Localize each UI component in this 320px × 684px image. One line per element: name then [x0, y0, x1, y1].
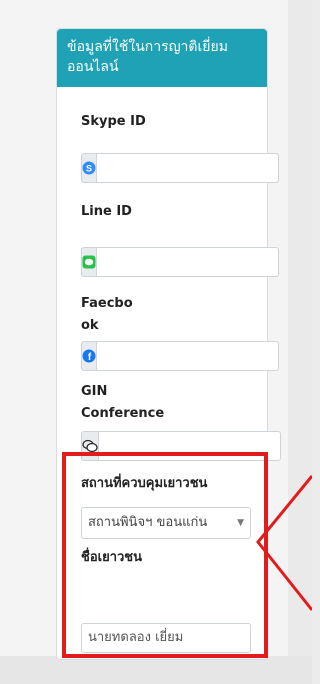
gin-conference-label: GIN Conference — [81, 384, 165, 421]
line-icon — [81, 247, 96, 277]
card-header: ข้อมูลที่ใช้ในการญาติเยี่ยมออนไลน์ — [57, 29, 267, 87]
facebook-label: Faecbook — [81, 296, 133, 333]
skype-id-label: Skype ID — [81, 114, 146, 129]
skype-input-group: S — [81, 153, 279, 183]
facebook-icon: f — [81, 341, 96, 371]
bottom-margin — [0, 656, 312, 684]
line-input-group — [81, 247, 279, 277]
skype-id-field[interactable] — [96, 153, 279, 183]
line-id-field[interactable] — [96, 247, 279, 277]
skype-icon: S — [81, 153, 96, 183]
facebook-input-group: f — [81, 341, 279, 371]
svg-text:S: S — [86, 164, 92, 174]
right-margin — [288, 0, 312, 684]
line-id-label: Line ID — [81, 204, 132, 219]
facebook-field[interactable] — [96, 341, 279, 371]
highlight-box — [62, 452, 268, 658]
